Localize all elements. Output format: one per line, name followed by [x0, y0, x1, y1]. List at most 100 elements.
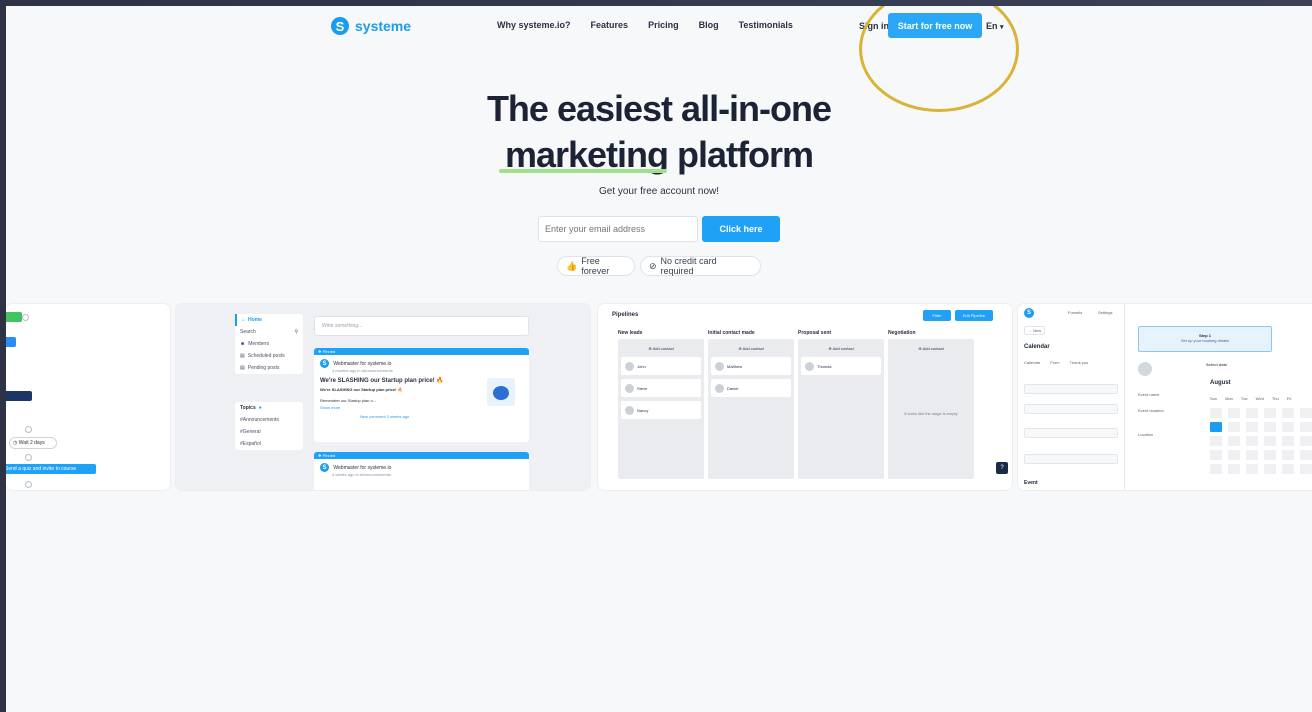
second-post: ❖ Pinned S Webmaster for systeme.io 4 we… — [314, 452, 529, 490]
location-label: Location — [1138, 432, 1154, 437]
sidebar-search[interactable]: Search ⚲ — [235, 326, 303, 338]
calendar-day-cell[interactable] — [1300, 436, 1312, 446]
pipeline-column-initial-contact: Initial contact made ⊕ Add contact Matth… — [708, 330, 794, 490]
calendar-day-cell[interactable] — [1282, 408, 1294, 418]
contact-card[interactable]: Daniel — [711, 379, 791, 397]
event-duration-label: Event duration — [1138, 408, 1164, 413]
weekday: Tue — [1240, 396, 1248, 401]
calendar-day-cell[interactable] — [1282, 450, 1294, 460]
filter-button[interactable]: Filter — [923, 310, 951, 321]
weekday: Fri — [1286, 396, 1292, 401]
nav-item-testimonials[interactable]: Testimonials — [739, 20, 793, 30]
contact-card[interactable]: Steve — [621, 379, 701, 397]
calendar-day-cell[interactable] — [1282, 464, 1294, 474]
contact-card[interactable]: John — [621, 357, 701, 375]
calendar-day-cell[interactable] — [1264, 436, 1276, 446]
start-for-free-button[interactable]: Start for free now — [888, 13, 982, 38]
illustration-figure — [493, 386, 509, 400]
title-underline-decoration — [499, 169, 667, 173]
sub-tab-form[interactable]: Form — [1050, 360, 1059, 365]
sidebar-item-pending[interactable]: ▤ Pending posts — [235, 362, 303, 374]
nav-item-blog[interactable]: Blog — [699, 20, 719, 30]
topic-item[interactable]: #General — [235, 426, 303, 438]
add-contact-button[interactable]: ⊕ Add contact — [801, 346, 881, 351]
calendar-day-cell[interactable] — [1246, 436, 1258, 446]
edit-pipeline-button[interactable]: Edit Pipeline — [955, 310, 993, 321]
field-select[interactable] — [1024, 454, 1118, 464]
add-contact-button[interactable]: ⊕ Add contact — [891, 346, 971, 351]
calendar-day-cell[interactable] — [1210, 450, 1222, 460]
post-body: S Webmaster for systeme.io 4 weeks ago i… — [314, 459, 529, 481]
no-credit-card-badge: ⊘ No credit card required — [640, 256, 761, 276]
calendar-day-cell[interactable] — [1228, 450, 1240, 460]
contact-card[interactable]: Nancy — [621, 401, 701, 419]
logo[interactable]: S systeme — [331, 17, 411, 35]
weekday: Sun — [1210, 396, 1218, 401]
calendar-day-cell[interactable] — [1246, 464, 1258, 474]
calendar-day-cell[interactable] — [1210, 464, 1222, 474]
calendar-sub-tabs: Calendar Form Thank you — [1024, 360, 1088, 365]
post-author: Webmaster for systeme.io — [333, 464, 392, 471]
topics-title: Topics ● — [240, 405, 262, 411]
calendar-day-cell[interactable] — [1300, 464, 1312, 474]
nav-item-why[interactable]: Why systeme.io? — [497, 20, 571, 30]
weekday-row: Sun Mon Tue Wed Thu Fri — [1210, 396, 1291, 401]
settings-tab[interactable]: Settings — [1098, 310, 1112, 315]
weekday: Wed — [1255, 396, 1264, 401]
add-contact-button[interactable]: ⊕ Add contact — [621, 346, 701, 351]
calendar-day-cell[interactable] — [1264, 422, 1276, 432]
calendar-day-cell[interactable] — [1228, 408, 1240, 418]
field-input[interactable] — [1024, 404, 1118, 414]
new-button[interactable]: ← New — [1024, 326, 1046, 335]
calendar-day-cell[interactable] — [1210, 408, 1222, 418]
sidebar-item-home[interactable]: ⌂ Home — [235, 314, 303, 326]
calendar-day-cell[interactable] — [1210, 422, 1222, 432]
calendar-day-cell[interactable] — [1282, 422, 1294, 432]
column-body: ⊕ Add contact It looks like the stage is… — [888, 339, 974, 479]
sidebar-item-scheduled[interactable]: ▤ Scheduled posts — [235, 350, 303, 362]
contact-card[interactable]: Matthew — [711, 357, 791, 375]
calendar-day-cell[interactable] — [1246, 408, 1258, 418]
contact-card[interactable]: Thomas — [801, 357, 881, 375]
calendar-preview-panel: Step 1 Set up your booking details Event… — [1130, 304, 1312, 490]
nav-menu: Why systeme.io? Features Pricing Blog Te… — [497, 20, 793, 30]
help-button[interactable]: ? — [996, 462, 1008, 474]
calendar-day-cell[interactable] — [1264, 408, 1276, 418]
calendar-day-cell[interactable] — [1210, 436, 1222, 446]
feed-post-input[interactable]: Write something... — [314, 316, 529, 336]
language-label: En — [986, 21, 998, 31]
contact-avatar — [625, 405, 634, 415]
topic-item[interactable]: #Announcements — [235, 414, 303, 426]
sidebar-item-members[interactable]: ☻ Members — [235, 338, 303, 350]
funnels-tab[interactable]: Funnels — [1068, 310, 1082, 315]
calendar-day-cell[interactable] — [1300, 450, 1312, 460]
nav-item-pricing[interactable]: Pricing — [648, 20, 679, 30]
post-time: 4 months ago in #Announcements — [332, 368, 393, 373]
calendar-day-cell[interactable] — [1246, 450, 1258, 460]
column-title: Initial contact made — [708, 330, 755, 336]
add-contact-button[interactable]: ⊕ Add contact — [711, 346, 791, 351]
calendar-day-cell[interactable] — [1246, 422, 1258, 432]
column-title: New leads — [618, 330, 643, 336]
calendar-day-cell[interactable] — [1300, 422, 1312, 432]
thumbs-up-icon: 👍 — [566, 260, 578, 271]
calendar-day-cell[interactable] — [1264, 464, 1276, 474]
email-input[interactable] — [538, 216, 698, 242]
click-here-button[interactable]: Click here — [702, 216, 780, 242]
calendar-day-cell[interactable] — [1228, 422, 1240, 432]
logo-text: systeme — [355, 18, 412, 34]
sign-in-link[interactable]: Sign in — [859, 21, 889, 31]
calendar-day-cell[interactable] — [1228, 464, 1240, 474]
field-input[interactable] — [1024, 384, 1118, 394]
sub-tab-thank-you[interactable]: Thank you — [1070, 360, 1089, 365]
topic-item[interactable]: #Español — [235, 438, 303, 450]
calendar-day-cell[interactable] — [1300, 408, 1312, 418]
calendar-day-cell[interactable] — [1264, 450, 1276, 460]
wait-node: ◷ Wait 2 days — [9, 437, 57, 449]
calendar-day-cell[interactable] — [1228, 436, 1240, 446]
nav-item-features[interactable]: Features — [591, 20, 629, 30]
language-selector[interactable]: En ▾ — [986, 21, 1004, 31]
calendar-day-cell[interactable] — [1282, 436, 1294, 446]
sub-tab-calendar[interactable]: Calendar — [1024, 360, 1040, 365]
field-input[interactable] — [1024, 428, 1118, 438]
